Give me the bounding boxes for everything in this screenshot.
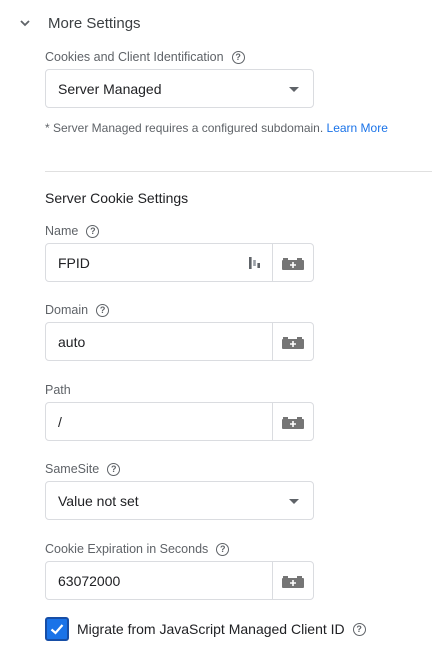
samesite-select-value: Value not set: [58, 492, 139, 509]
path-field[interactable]: /: [45, 402, 314, 441]
server-cookie-settings-title: Server Cookie Settings: [45, 190, 189, 206]
cookies-select[interactable]: Server Managed: [45, 69, 314, 108]
chevron-down-icon[interactable]: [16, 14, 34, 32]
name-field[interactable]: FPID: [45, 243, 314, 282]
expiration-field[interactable]: 63072000: [45, 561, 314, 600]
variable-button[interactable]: [272, 244, 313, 281]
samesite-label: SameSite: [45, 462, 100, 476]
samesite-label-row: SameSite ?: [45, 460, 121, 478]
gtm-logo-icon: [248, 256, 262, 273]
help-icon[interactable]: ?: [107, 462, 121, 476]
domain-input[interactable]: auto: [58, 334, 85, 350]
help-icon[interactable]: ?: [352, 622, 366, 636]
server-managed-note: * Server Managed requires a configured s…: [45, 121, 388, 135]
cookies-select-value: Server Managed: [58, 80, 162, 97]
dropdown-arrow-icon: [289, 87, 299, 92]
section-title: More Settings: [48, 14, 141, 32]
domain-label-row: Domain ?: [45, 301, 110, 319]
cookies-label: Cookies and Client Identification: [45, 50, 224, 64]
migrate-label: Migrate from JavaScript Managed Client I…: [77, 621, 345, 637]
more-settings-header[interactable]: More Settings: [16, 12, 141, 34]
samesite-select[interactable]: Value not set: [45, 481, 314, 520]
expiration-input[interactable]: 63072000: [58, 573, 120, 589]
variable-button[interactable]: [272, 562, 313, 599]
expiration-label: Cookie Expiration in Seconds: [45, 542, 209, 556]
help-icon[interactable]: ?: [216, 542, 230, 556]
learn-more-link[interactable]: Learn More: [327, 121, 388, 135]
name-label: Name: [45, 224, 79, 238]
variable-button[interactable]: [272, 323, 313, 360]
domain-field[interactable]: auto: [45, 322, 314, 361]
migrate-checkbox[interactable]: [45, 617, 69, 641]
variable-brick-icon: [282, 416, 304, 429]
path-label: Path: [45, 383, 71, 397]
dropdown-arrow-icon: [289, 499, 299, 504]
path-label-row: Path: [45, 381, 71, 399]
help-icon[interactable]: ?: [86, 224, 100, 238]
domain-label: Domain: [45, 303, 89, 317]
variable-brick-icon: [282, 336, 304, 349]
variable-button[interactable]: [272, 403, 313, 440]
divider: [45, 171, 432, 172]
check-icon: [50, 624, 64, 635]
variable-brick-icon: [282, 575, 304, 588]
cookies-label-row: Cookies and Client Identification ?: [45, 48, 245, 66]
expiration-label-row: Cookie Expiration in Seconds ?: [45, 540, 230, 558]
variable-brick-icon: [282, 257, 304, 270]
name-input[interactable]: FPID: [58, 255, 90, 271]
name-label-row: Name ?: [45, 222, 100, 240]
help-icon[interactable]: ?: [231, 50, 245, 64]
note-text: * Server Managed requires a configured s…: [45, 121, 324, 135]
path-input[interactable]: /: [58, 414, 62, 430]
migrate-row: Migrate from JavaScript Managed Client I…: [45, 617, 366, 641]
help-icon[interactable]: ?: [96, 303, 110, 317]
